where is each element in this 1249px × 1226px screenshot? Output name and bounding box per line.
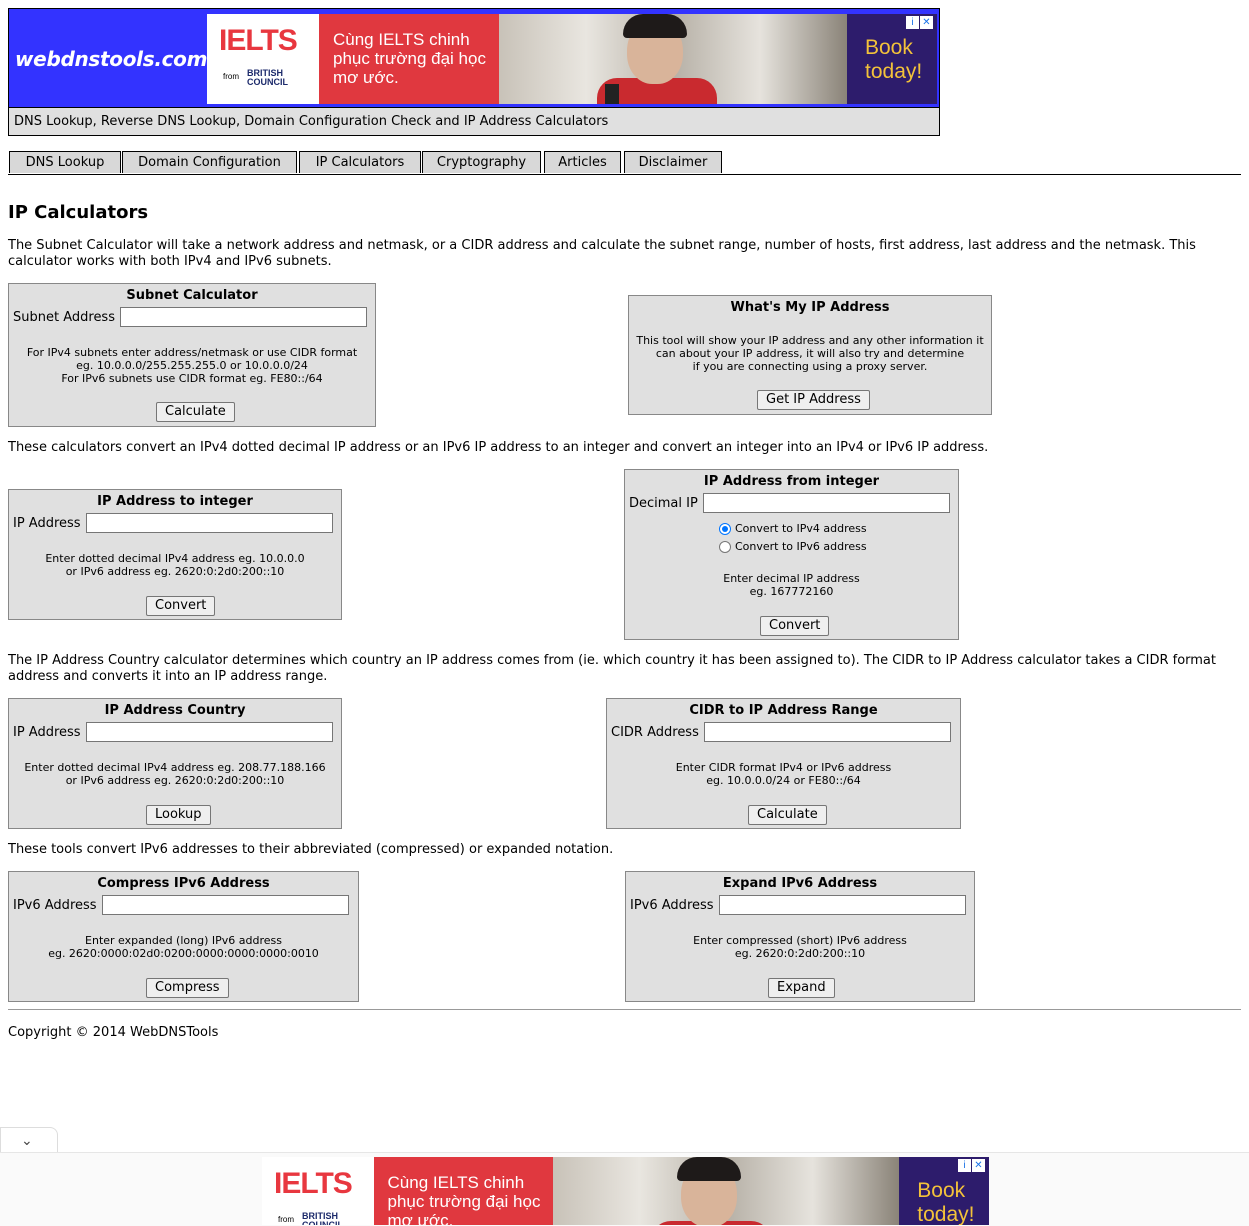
lookup-country-button[interactable]: Lookup <box>146 805 211 825</box>
radio-button[interactable] <box>719 540 731 553</box>
panel-title: IP Address from integer <box>703 474 880 489</box>
hint-line: eg. 2620:0000:02d0:0200:0000:0000:0000:0… <box>48 947 319 960</box>
convert-integer-to-ip-button[interactable]: Convert <box>760 616 830 636</box>
tab-dns-lookup[interactable]: DNS Lookup <box>9 151 121 173</box>
footer-divider <box>8 1009 1241 1010</box>
compress-ipv6-panel: Compress IPv6 Address IPv6 Address Enter… <box>8 871 359 1002</box>
country-ip-address-input[interactable] <box>85 722 333 742</box>
ad-ielts-logo: IELTS from BRITISH COUNCIL <box>207 14 319 104</box>
ad-slogan: Cùng IELTS chinh phục trường đại học mơ … <box>373 1157 553 1225</box>
calculate-cidr-button[interactable]: Calculate <box>748 805 827 825</box>
hint-line: Enter compressed (short) IPv6 address <box>693 934 907 947</box>
site-logo[interactable]: webdnstools.com <box>15 47 207 71</box>
british-council-logo: BRITISH COUNCIL <box>302 1211 343 1226</box>
bottom-advertisement[interactable]: IELTS from BRITISH COUNCIL Cùng IELTS ch… <box>262 1157 989 1225</box>
hint-line: Enter decimal IP address <box>723 572 860 585</box>
expand-button[interactable]: Expand <box>768 978 835 998</box>
close-icon[interactable]: ✕ <box>971 1159 985 1172</box>
hint-line: or IPv6 address eg. 2620:0:2d0:200::10 <box>65 565 285 578</box>
ip-to-integer-panel: IP Address to integer IP Address Enter d… <box>8 489 342 620</box>
copyright-text: Copyright © 2014 WebDNSTools <box>8 1025 219 1040</box>
main-nav-tabs: DNS Lookup Domain Configuration IP Calcu… <box>8 150 1241 175</box>
ip-from-integer-panel: IP Address from integer Decimal IP Conve… <box>624 469 959 640</box>
hint-line: Enter dotted decimal IPv4 address eg. 20… <box>24 761 326 774</box>
subnet-address-input[interactable] <box>119 307 367 327</box>
convert-ip-to-integer-button[interactable]: Convert <box>146 596 216 616</box>
radio-ipv4-option[interactable]: Convert to IPv4 address <box>719 522 867 535</box>
hint-line: Enter dotted decimal IPv4 address eg. 10… <box>45 552 305 565</box>
get-ip-address-button[interactable]: Get IP Address <box>757 390 870 410</box>
subnet-intro: The Subnet Calculator will take a networ… <box>8 238 1196 269</box>
panel-title: IP Address Country <box>104 703 246 718</box>
tab-disclaimer[interactable]: Disclaimer <box>624 151 722 173</box>
ad-photo <box>552 1157 900 1225</box>
anchor-collapse-tab[interactable]: ⌄ <box>0 1127 58 1153</box>
calculate-subnet-button[interactable]: Calculate <box>156 402 235 422</box>
hint-line: eg. 10.0.0.0/255.255.255.0 or 10.0.0.0/2… <box>76 359 308 372</box>
site-header: webdnstools.com IELTS from BRITISH COUNC… <box>8 8 940 136</box>
ad-slogan: Cùng IELTS chinh phục trường đại học mơ … <box>319 14 499 104</box>
adchoices-icon[interactable]: i <box>957 1159 971 1172</box>
page-title: IP Calculators <box>8 202 149 223</box>
ad-cta[interactable]: Book today! i ✕ <box>899 1157 989 1225</box>
panel-title: IP Address to integer <box>97 494 253 509</box>
tab-ip-calculators[interactable]: IP Calculators <box>299 151 421 173</box>
hint-line: eg. 2620:0:2d0:200::10 <box>734 947 866 960</box>
hint-line: eg. 10.0.0.0/24 or FE80::/64 <box>706 774 861 787</box>
cidr-address-input[interactable] <box>703 722 951 742</box>
tab-articles[interactable]: Articles <box>544 151 621 173</box>
site-tagline: DNS Lookup, Reverse DNS Lookup, Domain C… <box>8 108 940 136</box>
close-icon[interactable]: ✕ <box>920 16 933 29</box>
panel-title: What's My IP Address <box>730 300 890 315</box>
field-label: IPv6 Address <box>13 897 97 913</box>
british-council-logo: BRITISH COUNCIL <box>247 68 288 87</box>
decimal-ip-input[interactable] <box>702 493 950 513</box>
country-intro: The IP Address Country calculator determ… <box>8 653 1216 684</box>
hint-line: Enter expanded (long) IPv6 address <box>85 934 282 947</box>
top-advertisement[interactable]: IELTS from BRITISH COUNCIL Cùng IELTS ch… <box>207 14 937 104</box>
tab-domain-configuration[interactable]: Domain Configuration <box>122 151 297 173</box>
ipv6-intro: These tools convert IPv6 addresses to th… <box>8 842 614 857</box>
field-label: Decimal IP <box>629 495 698 511</box>
hint-line: can about your IP address, it will also … <box>655 347 965 360</box>
panel-title: Subnet Calculator <box>126 288 258 303</box>
panel-title: Compress IPv6 Address <box>97 876 270 891</box>
subnet-calculator-panel: Subnet Calculator Subnet Address For IPv… <box>8 283 376 427</box>
field-label: IP Address <box>13 724 81 740</box>
expand-ipv6-panel: Expand IPv6 Address IPv6 Address Enter c… <box>625 871 975 1002</box>
ad-ielts-logo: IELTS from BRITISH COUNCIL <box>262 1157 374 1225</box>
panel-title: Expand IPv6 Address <box>722 876 878 891</box>
ad-cta[interactable]: Book today! i ✕ <box>847 14 937 104</box>
compress-ipv6-input[interactable] <box>101 895 349 915</box>
tab-cryptography[interactable]: Cryptography <box>422 151 541 173</box>
field-label: IPv6 Address <box>630 897 714 913</box>
field-label: Subnet Address <box>13 309 115 325</box>
field-label: IP Address <box>13 515 81 531</box>
compress-button[interactable]: Compress <box>146 978 229 998</box>
hint-line: eg. 167772160 <box>749 585 834 598</box>
hint-line: if you are connecting using a proxy serv… <box>692 360 928 373</box>
hint-line: or IPv6 address eg. 2620:0:2d0:200::10 <box>65 774 285 787</box>
radio-button-checked[interactable] <box>719 522 731 535</box>
adchoices-icon[interactable]: i <box>906 16 919 29</box>
hint-line: For IPv6 subnets use CIDR format eg. FE8… <box>61 372 323 385</box>
hint-line: This tool will show your IP address and … <box>636 334 984 347</box>
expand-ipv6-input[interactable] <box>718 895 966 915</box>
whats-my-ip-panel: What's My IP Address This tool will show… <box>628 295 992 415</box>
radio-ipv6-option[interactable]: Convert to IPv6 address <box>719 540 867 553</box>
panel-title: CIDR to IP Address Range <box>689 703 878 718</box>
ip-address-country-panel: IP Address Country IP Address Enter dott… <box>8 698 342 829</box>
ad-photo <box>499 14 847 104</box>
field-label: CIDR Address <box>611 724 699 740</box>
cidr-to-ip-range-panel: CIDR to IP Address Range CIDR Address En… <box>606 698 961 829</box>
hint-line: For IPv4 subnets enter address/netmask o… <box>26 346 358 359</box>
chevron-down-icon[interactable]: ⌄ <box>21 1133 33 1149</box>
hint-line: Enter CIDR format IPv4 or IPv6 address <box>675 761 892 774</box>
integer-intro: These calculators convert an IPv4 dotted… <box>8 440 989 455</box>
logo-banner: webdnstools.com IELTS from BRITISH COUNC… <box>8 8 940 108</box>
ip-address-input[interactable] <box>85 513 333 533</box>
